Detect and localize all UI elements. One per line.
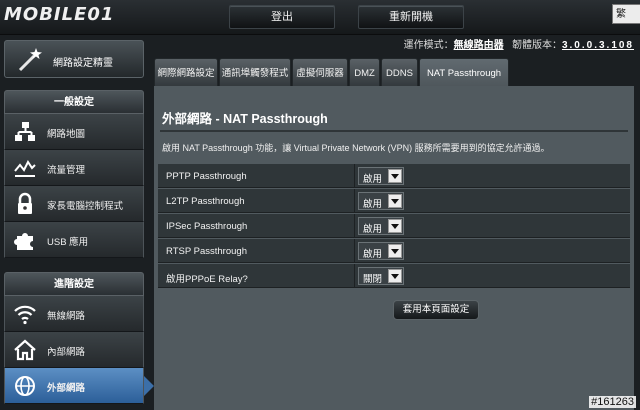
wifi-icon [14,305,36,325]
active-indicator-arrow [144,376,154,396]
setup-wizard-button[interactable]: 網路設定精靈 [4,40,144,78]
firmware-value[interactable]: 3.0.0.3.108 [562,40,634,51]
magic-wand-icon [18,48,42,72]
sidebar-item-label: 網路地圖 [47,129,86,140]
chevron-down-icon[interactable] [388,244,402,258]
brand-logo: MOBILE01 [4,4,115,25]
sidebar-item-wan[interactable]: 外部網路 [4,368,144,404]
page-description: 啟用 NAT Passthrough 功能，讓 Virtual Private … [162,143,550,153]
column-divider [354,239,355,263]
puzzle-icon [14,233,33,250]
sidebar-item-label: USB 應用 [47,237,89,248]
sidebar-item-traffic[interactable]: 流量管理 [4,150,144,186]
table-row: IPSec Passthrough 啟用 [158,214,630,238]
select-value: 啟用 [363,199,383,210]
select-value: 啟用 [363,249,383,260]
l2tp-passthrough-select[interactable]: 啟用 [358,192,404,210]
table-row: L2TP Passthrough 啟用 [158,189,630,213]
table-row: PPTP Passthrough 啟用 [158,164,630,188]
setting-label: PPTP Passthrough [166,171,247,182]
status-line: 運作模式：無線路由器 韌體版本：3.0.0.3.108 [404,36,634,51]
home-icon [14,339,36,361]
select-value: 啟用 [363,224,383,235]
network-map-icon [15,122,35,141]
tab-dmz[interactable]: DMZ [349,58,380,86]
mode-value[interactable]: 無線路由器 [454,40,504,51]
tab-virtual-server[interactable]: 虛擬伺服器 [292,58,348,86]
tab-nat-passthrough[interactable]: NAT Passthrough [419,58,509,86]
general-section-header: 一般設定 [4,90,144,114]
column-divider [354,264,355,288]
sidebar-item-label: 內部網路 [47,347,86,358]
setting-label: L2TP Passthrough [166,196,245,207]
mode-label: 運作模式： [403,40,454,51]
page-title: 外部網路 - NAT Passthrough [162,112,328,126]
chevron-down-icon[interactable] [388,219,402,233]
column-divider [354,214,355,238]
globe-icon [15,376,35,396]
title-divider [160,130,628,132]
firmware-label: 韌體版本： [511,40,562,51]
logout-button[interactable]: 登出 [229,5,335,29]
sidebar-item-usb[interactable]: USB 應用 [4,222,144,258]
select-value: 關閉 [363,274,383,285]
traffic-chart-icon [14,160,36,177]
column-divider [354,164,355,188]
sidebar-item-label: 無線網路 [47,311,86,322]
content-panel: 外部網路 - NAT Passthrough 啟用 NAT Passthroug… [154,86,634,410]
pppoe-relay-select[interactable]: 關閉 [358,267,404,285]
column-divider [354,189,355,213]
setting-label: RTSP Passthrough [166,246,247,257]
rtsp-passthrough-select[interactable]: 啟用 [358,242,404,260]
setting-label: 啟用PPPoE Relay? [166,274,248,285]
sidebar-item-label: 家長電腦控制程式 [47,201,124,212]
setup-wizard-label: 網路設定精靈 [53,58,113,69]
chevron-down-icon[interactable] [388,194,402,208]
reboot-button[interactable]: 重新開機 [358,5,464,29]
language-select[interactable]: 繁 [612,4,640,24]
ipsec-passthrough-select[interactable]: 啟用 [358,217,404,235]
select-value: 啟用 [363,174,383,185]
sidebar-item-lan[interactable]: 內部網路 [4,332,144,368]
sidebar-item-label: 流量管理 [47,165,86,176]
pptp-passthrough-select[interactable]: 啟用 [358,167,404,185]
tab-internet[interactable]: 網際網路設定 [154,58,218,86]
chevron-down-icon[interactable] [388,169,402,183]
setting-label: IPSec Passthrough [166,221,248,232]
table-row: RTSP Passthrough 啟用 [158,239,630,263]
sidebar-item-parental-control[interactable]: 家長電腦控制程式 [4,186,144,222]
advanced-section-header: 進階設定 [4,272,144,296]
table-row: 啟用PPPoE Relay? 關閉 [158,264,630,288]
watermark-id: #161263 [589,396,636,408]
sidebar-item-label: 外部網路 [47,383,86,394]
sidebar-item-wireless[interactable]: 無線網路 [4,296,144,332]
top-bar: MOBILE01 登出 重新開機 繁 [0,0,640,35]
chevron-down-icon[interactable] [388,269,402,283]
apply-button[interactable]: 套用本頁面設定 [393,300,479,320]
sidebar-item-network-map[interactable]: 網路地圖 [4,114,144,150]
lock-icon [18,192,32,214]
tab-port-trigger[interactable]: 通訊埠觸發程式 [219,58,291,86]
tab-ddns[interactable]: DDNS [381,58,418,86]
